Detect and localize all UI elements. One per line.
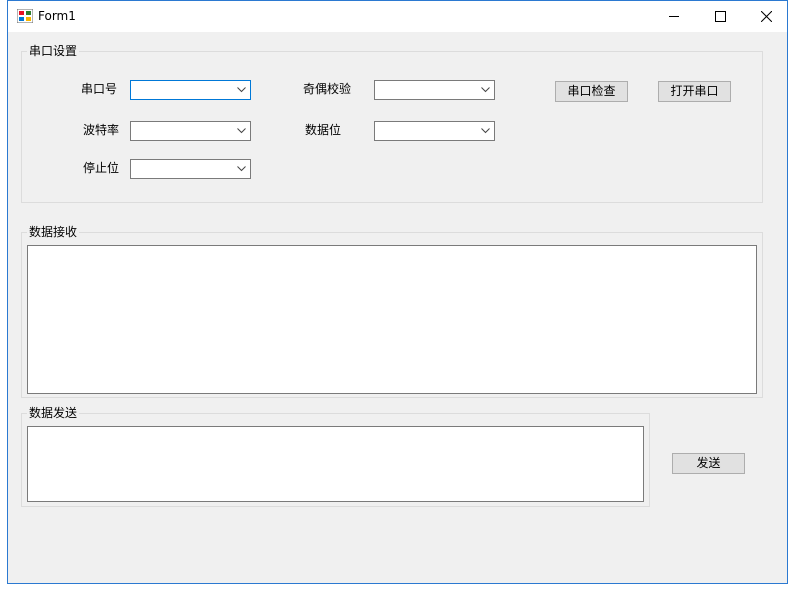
- chevron-down-icon: [237, 87, 246, 93]
- chevron-down-icon: [237, 128, 246, 134]
- check-port-button[interactable]: 串口检查: [555, 81, 628, 102]
- parity-label: 奇偶校验: [303, 82, 352, 96]
- chevron-down-icon: [481, 128, 490, 134]
- send-button[interactable]: 发送: [672, 453, 745, 474]
- serial-settings-legend: 串口设置: [27, 43, 80, 59]
- baud-label: 波特率: [83, 123, 120, 137]
- close-button[interactable]: [743, 1, 789, 32]
- chevron-down-icon: [237, 166, 246, 172]
- title-bar[interactable]: Form1: [8, 1, 787, 32]
- minimize-icon: [669, 16, 679, 17]
- winforms-app-icon: [17, 9, 33, 23]
- baud-combobox[interactable]: [130, 121, 251, 141]
- stopbits-label: 停止位: [83, 161, 120, 175]
- receive-legend: 数据接收: [27, 224, 80, 240]
- databits-label: 数据位: [305, 123, 342, 137]
- window-title: Form1: [38, 9, 76, 23]
- parity-combobox[interactable]: [374, 80, 495, 100]
- close-icon: [761, 11, 772, 22]
- port-combobox[interactable]: [130, 80, 251, 100]
- main-window: Form1 串口设置 串口号 奇偶校验 串口检查 打开串口 波特率 数据位 停止…: [7, 0, 788, 584]
- send-textbox[interactable]: [27, 426, 644, 502]
- chevron-down-icon: [481, 87, 490, 93]
- databits-combobox[interactable]: [374, 121, 495, 141]
- send-legend: 数据发送: [27, 405, 80, 421]
- receive-textbox[interactable]: [27, 245, 757, 394]
- port-label: 串口号: [81, 82, 118, 96]
- maximize-button[interactable]: [697, 1, 743, 32]
- maximize-icon: [715, 11, 726, 22]
- stopbits-combobox[interactable]: [130, 159, 251, 179]
- minimize-button[interactable]: [651, 1, 697, 32]
- open-port-button[interactable]: 打开串口: [658, 81, 731, 102]
